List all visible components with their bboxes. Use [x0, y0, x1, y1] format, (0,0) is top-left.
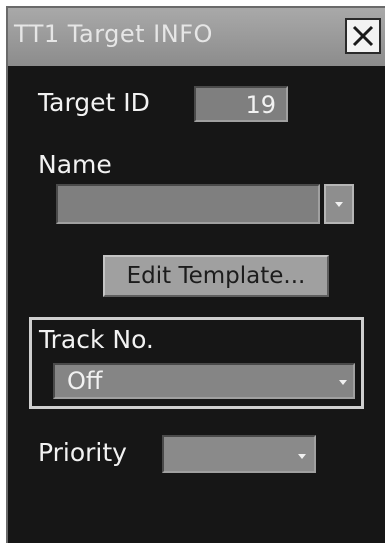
name-select[interactable] [56, 184, 320, 224]
track-no-select-value: Off [67, 367, 103, 395]
name-dropdown-button[interactable] [324, 184, 354, 224]
priority-select[interactable] [162, 435, 316, 473]
track-no-label: Track No. [39, 325, 154, 354]
priority-label: Priority [38, 438, 127, 467]
chevron-down-icon [298, 454, 306, 459]
chevron-down-icon [335, 202, 343, 207]
close-button[interactable] [345, 18, 381, 54]
target-id-field: 19 [194, 86, 288, 122]
track-no-select[interactable]: Off [53, 363, 355, 399]
name-label: Name [38, 150, 112, 179]
window-title: TT1 Target INFO [14, 20, 213, 48]
title-bar[interactable]: TT1 Target INFO [8, 8, 385, 66]
chevron-down-icon [339, 380, 347, 385]
target-id-label: Target ID [38, 88, 150, 117]
edit-template-button[interactable]: Edit Template... [103, 255, 329, 297]
close-x-icon [352, 25, 374, 47]
target-info-window: TT1 Target INFO Target ID 19 Name Edit T… [6, 6, 385, 543]
target-id-value: 19 [245, 91, 276, 119]
